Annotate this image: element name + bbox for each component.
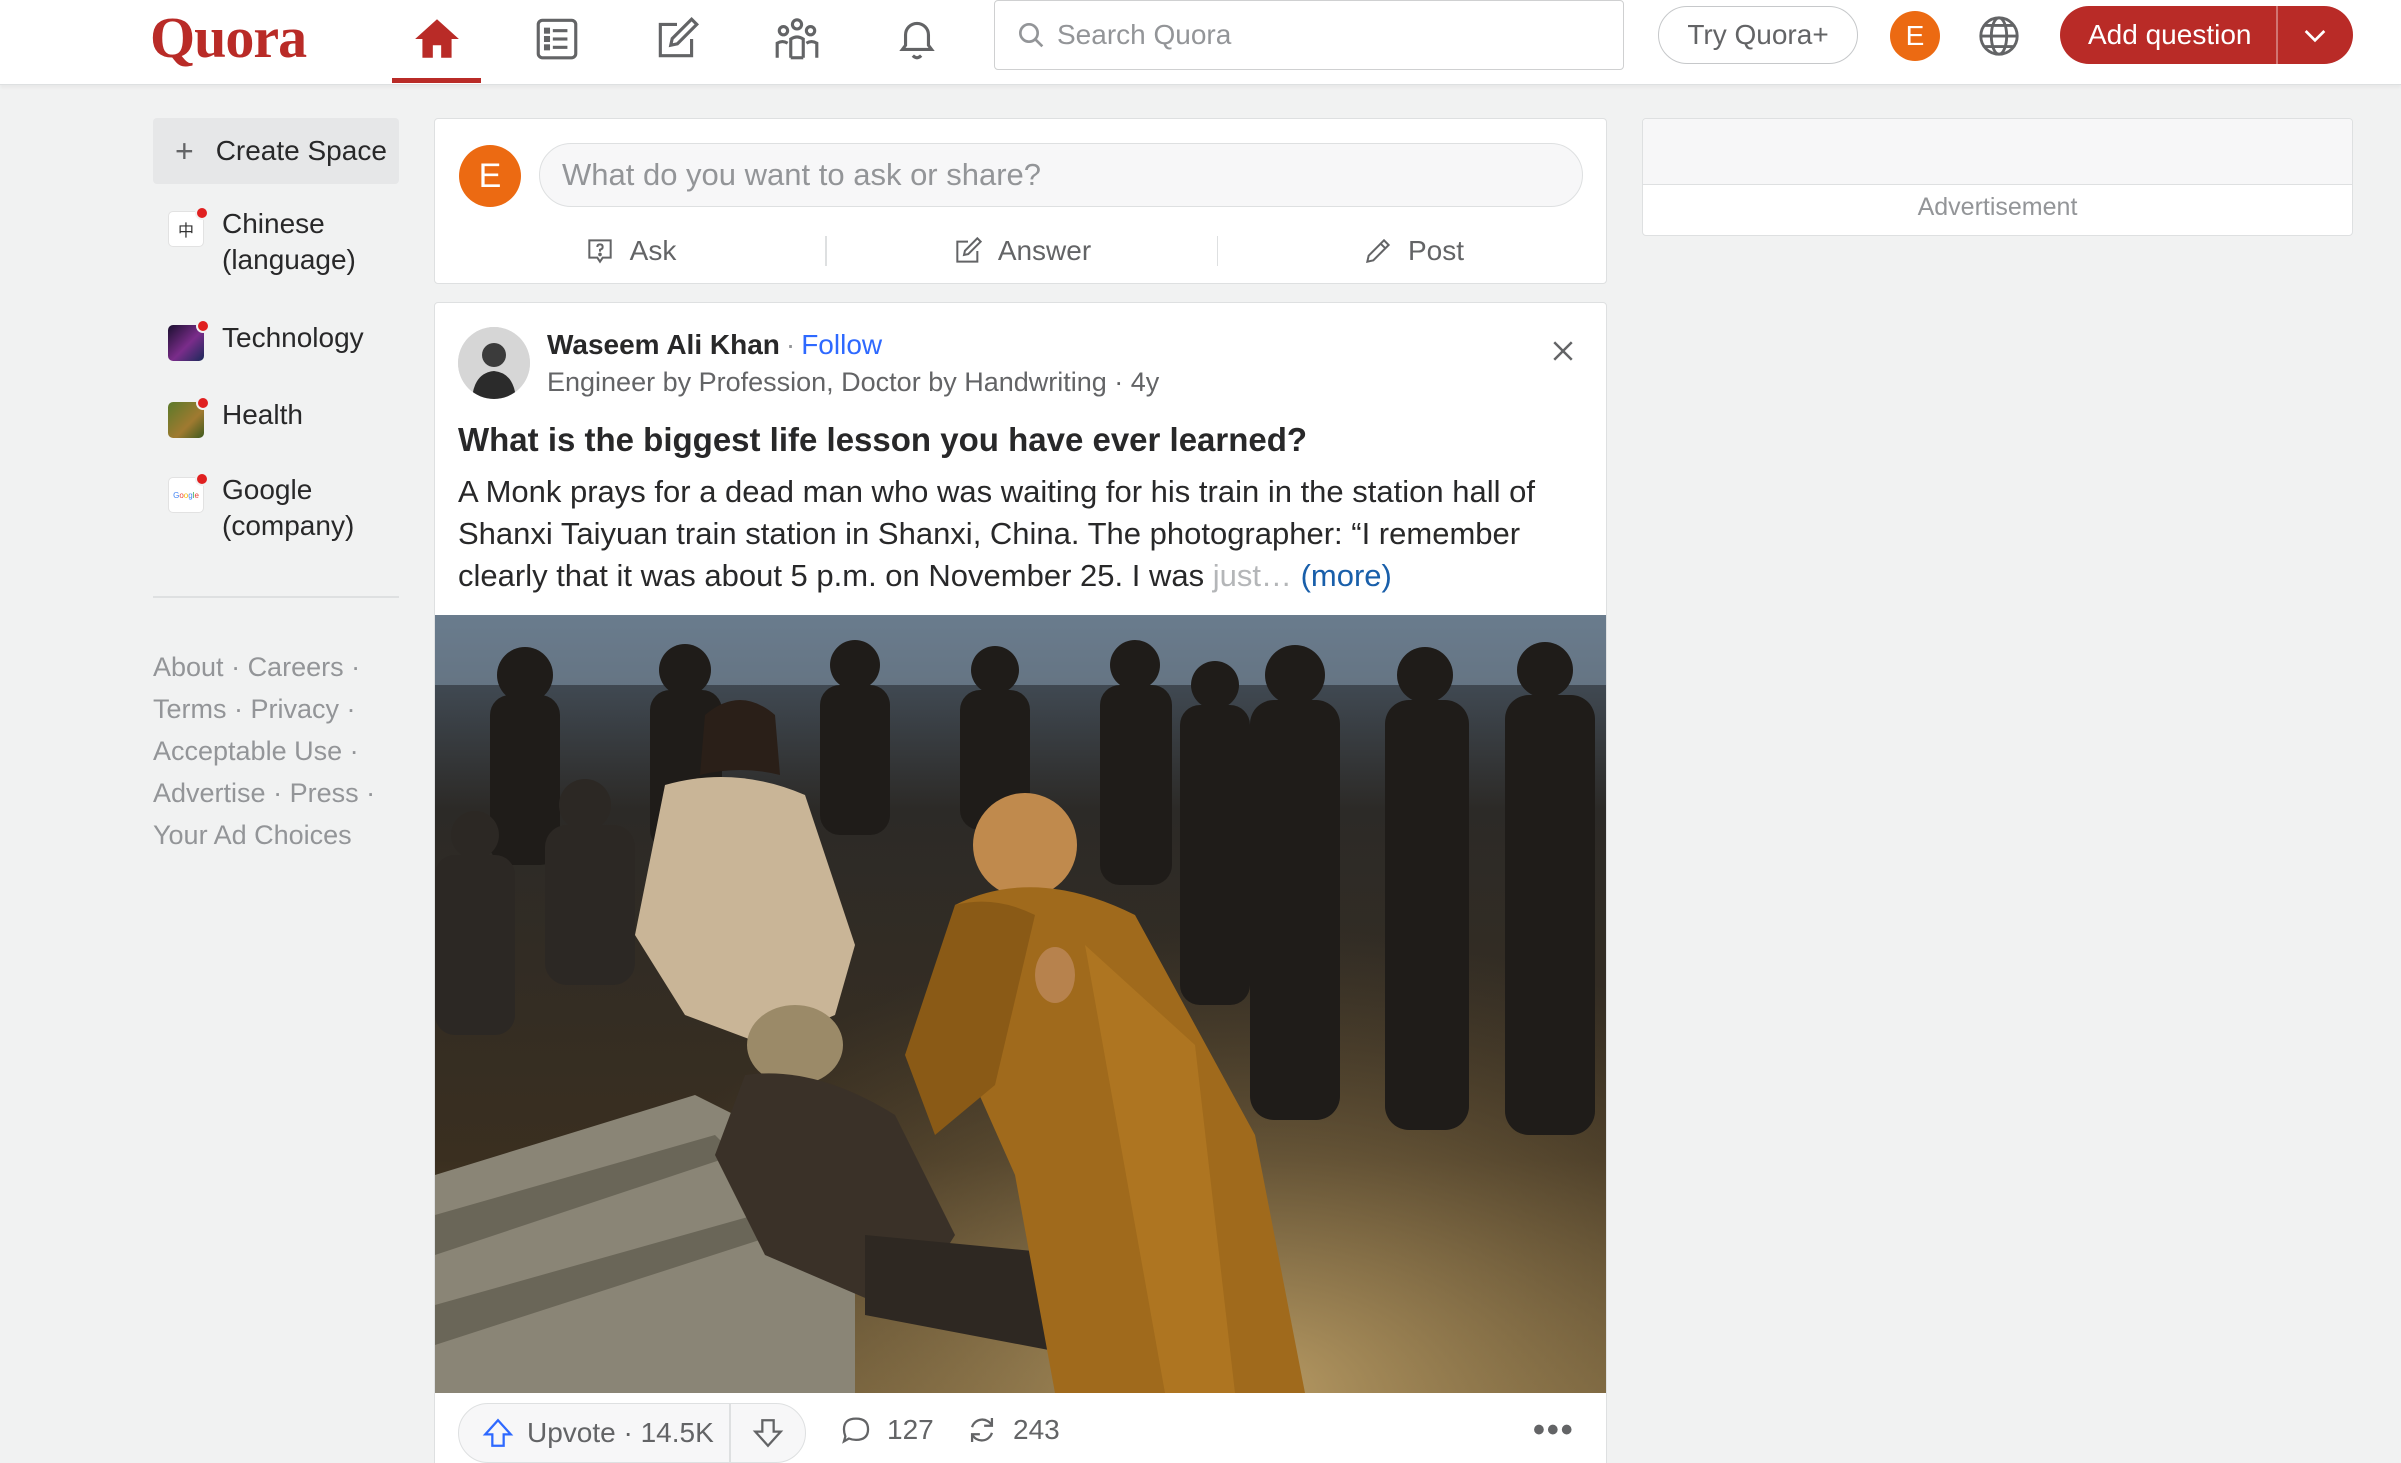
comments-button[interactable]: 127 — [839, 1413, 934, 1447]
sidebar-item-label-line2: (language) — [222, 244, 356, 275]
unread-dot — [196, 396, 210, 410]
answer-excerpt[interactable]: A Monk prays for a dead man who was wait… — [458, 471, 1588, 597]
answer-edit-icon[interactable] — [644, 6, 710, 72]
author-line: Waseem Ali Khan · Follow — [547, 329, 882, 361]
add-question-button[interactable]: Add question — [2060, 6, 2353, 64]
unread-dot — [195, 472, 209, 486]
feed-post-card: Waseem Ali Khan · Follow Engineer by Pro… — [434, 302, 1607, 1463]
more-link[interactable]: (more) — [1301, 558, 1392, 593]
search-input[interactable] — [1057, 19, 1597, 51]
advertisement-slot — [1643, 119, 2352, 185]
ask-question-icon — [587, 239, 612, 264]
upvote-label: Upvote · 14.5K — [527, 1417, 714, 1448]
home-icon[interactable] — [404, 6, 470, 72]
sidebar-item-google[interactable]: Google Google (company) — [168, 472, 354, 544]
user-avatar[interactable]: E — [1890, 11, 1940, 61]
upvote-button[interactable]: Upvote · 14.5K — [459, 1403, 729, 1463]
unread-dot — [195, 206, 209, 220]
shares-count: 243 — [1013, 1414, 1060, 1445]
footer-link-press[interactable]: Press — [290, 778, 359, 808]
post-label: Post — [1407, 235, 1465, 266]
sidebar-item-label-line2: (company) — [222, 510, 355, 541]
vote-pill: Upvote · 14.5K — [458, 1403, 806, 1463]
sidebar-item-chinese[interactable]: 中 Chinese (language) — [168, 206, 356, 278]
sidebar-item-label: Google (company) — [222, 472, 354, 544]
footer-link-advertise[interactable]: Advertise — [153, 778, 266, 808]
footer-link-acceptable-use[interactable]: Acceptable Use — [153, 736, 342, 766]
answer-button[interactable]: Answer — [827, 235, 1217, 267]
chevron-down-icon[interactable] — [2278, 19, 2354, 51]
downvote-button[interactable] — [731, 1403, 806, 1463]
monk-praying-photo — [435, 615, 1606, 1393]
technology-space-icon — [168, 319, 210, 361]
advertisement-label: Advertisement — [1917, 193, 2078, 221]
post-action-bar: Upvote · 14.5K 127 243 ••• — [435, 1403, 1606, 1463]
plus-icon: + — [175, 132, 194, 169]
ask-actions-row: Ask Answer Post — [435, 223, 1608, 279]
sidebar-item-label: Health — [222, 399, 303, 430]
footer-link-about[interactable]: About — [153, 652, 224, 682]
top-nav-bar: Quora Try Quora+ E Add question — [0, 0, 2401, 85]
search-icon — [1019, 23, 1044, 48]
share-button[interactable]: 243 — [965, 1413, 1060, 1447]
follow-button[interactable]: Follow — [801, 329, 882, 361]
footer-link-terms[interactable]: Terms — [153, 694, 227, 724]
more-options-icon[interactable]: ••• — [1533, 1411, 1575, 1450]
upvote-arrow-icon — [482, 1418, 514, 1447]
author-avatar[interactable] — [458, 327, 530, 399]
home-active-indicator — [392, 78, 481, 83]
notifications-bell-icon[interactable] — [884, 6, 950, 72]
create-space-label: Create Space — [215, 135, 387, 166]
sidebar-item-health[interactable]: Health — [168, 396, 303, 438]
footer-link-privacy[interactable]: Privacy — [251, 694, 340, 724]
comment-bubble-icon — [842, 1417, 870, 1444]
post-button[interactable]: Post — [1218, 235, 1608, 267]
unread-dot — [196, 319, 210, 333]
add-question-label[interactable]: Add question — [2060, 19, 2276, 51]
answer-excerpt-fade: just… — [1212, 558, 1292, 593]
chinese-space-icon: 中 — [168, 206, 209, 247]
downvote-arrow-icon — [752, 1419, 784, 1448]
sidebar-item-label: Chinese (language) — [222, 206, 356, 278]
close-icon[interactable] — [1541, 329, 1585, 373]
sidebar-divider — [153, 596, 399, 598]
footer-links: About · Careers · Terms · Privacy · Acce… — [153, 652, 376, 850]
ask-share-card: E Ask Answer Post — [434, 118, 1607, 284]
footer-link-careers[interactable]: Careers — [248, 652, 344, 682]
pencil-icon — [1366, 238, 1391, 263]
sidebar-item-label-line1: Google — [222, 474, 313, 505]
comments-count: 127 — [887, 1414, 934, 1445]
sidebar-item-label-line1: Chinese — [222, 208, 325, 239]
separator-dot: · — [785, 329, 796, 360]
author-name[interactable]: Waseem Ali Khan — [547, 329, 780, 361]
following-feed-icon[interactable] — [524, 6, 590, 72]
create-space-button[interactable]: + Create Space — [153, 118, 399, 184]
search-bar[interactable] — [994, 0, 1624, 70]
ask-button[interactable]: Ask — [435, 235, 825, 267]
author-credential: Engineer by Profession, Doctor by Handwr… — [547, 367, 1160, 397]
answer-photo[interactable] — [435, 615, 1606, 1393]
google-space-icon: Google — [168, 472, 209, 513]
spaces-icon[interactable] — [764, 6, 830, 72]
ask-label: Ask — [629, 235, 677, 266]
ask-share-input[interactable] — [539, 143, 1583, 207]
quora-logo[interactable]: Quora — [150, 4, 307, 71]
answer-edit-icon — [956, 236, 982, 263]
try-quora-plus-button[interactable]: Try Quora+ — [1658, 6, 1858, 64]
advertisement-box[interactable]: Advertisement — [1642, 118, 2353, 236]
health-space-icon — [168, 396, 210, 438]
reshare-icon — [970, 1417, 994, 1443]
sidebar-item-label: Technology — [222, 322, 364, 353]
answer-label: Answer — [997, 235, 1092, 266]
question-title[interactable]: What is the biggest life lesson you have… — [458, 421, 1307, 459]
language-globe-icon[interactable] — [1972, 9, 2026, 63]
user-avatar[interactable]: E — [459, 145, 521, 207]
sidebar-item-technology[interactable]: Technology — [168, 319, 364, 361]
footer-link-ad-choices[interactable]: Your Ad Choices — [153, 820, 352, 850]
